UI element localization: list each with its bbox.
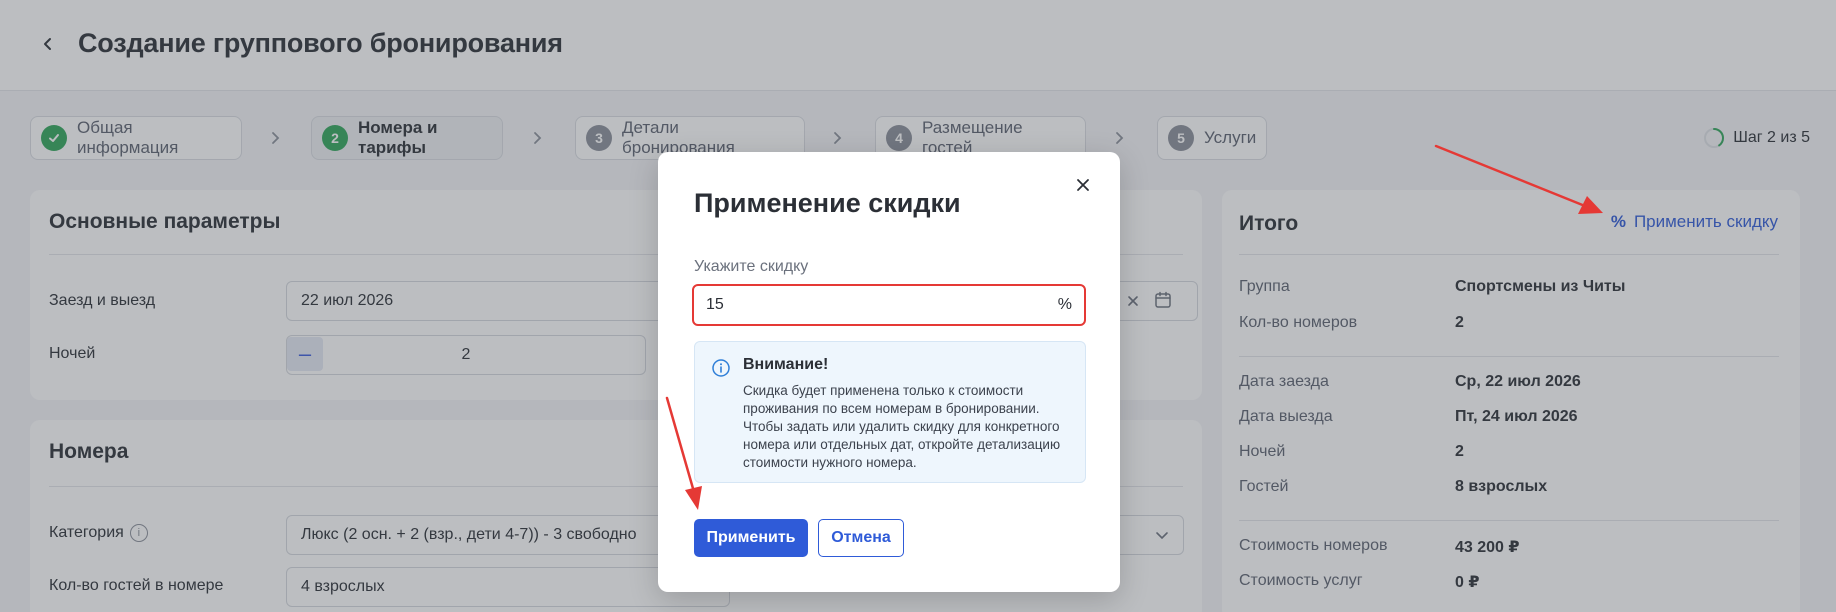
close-icon[interactable] <box>1070 172 1096 198</box>
percent-suffix: % <box>1057 296 1072 313</box>
info-icon <box>712 359 730 377</box>
discount-value: 15 <box>706 296 724 313</box>
warning-notice: Внимание! Скидка будет применена только … <box>694 341 1086 483</box>
discount-label: Укажите скидку <box>694 258 809 275</box>
notice-text: Скидка будет применена только к стоимост… <box>743 383 1061 470</box>
notice-title: Внимание! <box>743 356 829 373</box>
apply-button[interactable]: Применить <box>694 519 808 557</box>
modal-title: Применение скидки <box>694 188 961 218</box>
cancel-button[interactable]: Отмена <box>818 519 904 557</box>
discount-input[interactable]: 15 % <box>692 284 1086 326</box>
discount-modal: Применение скидки Укажите скидку 15 % Вн… <box>658 152 1120 592</box>
